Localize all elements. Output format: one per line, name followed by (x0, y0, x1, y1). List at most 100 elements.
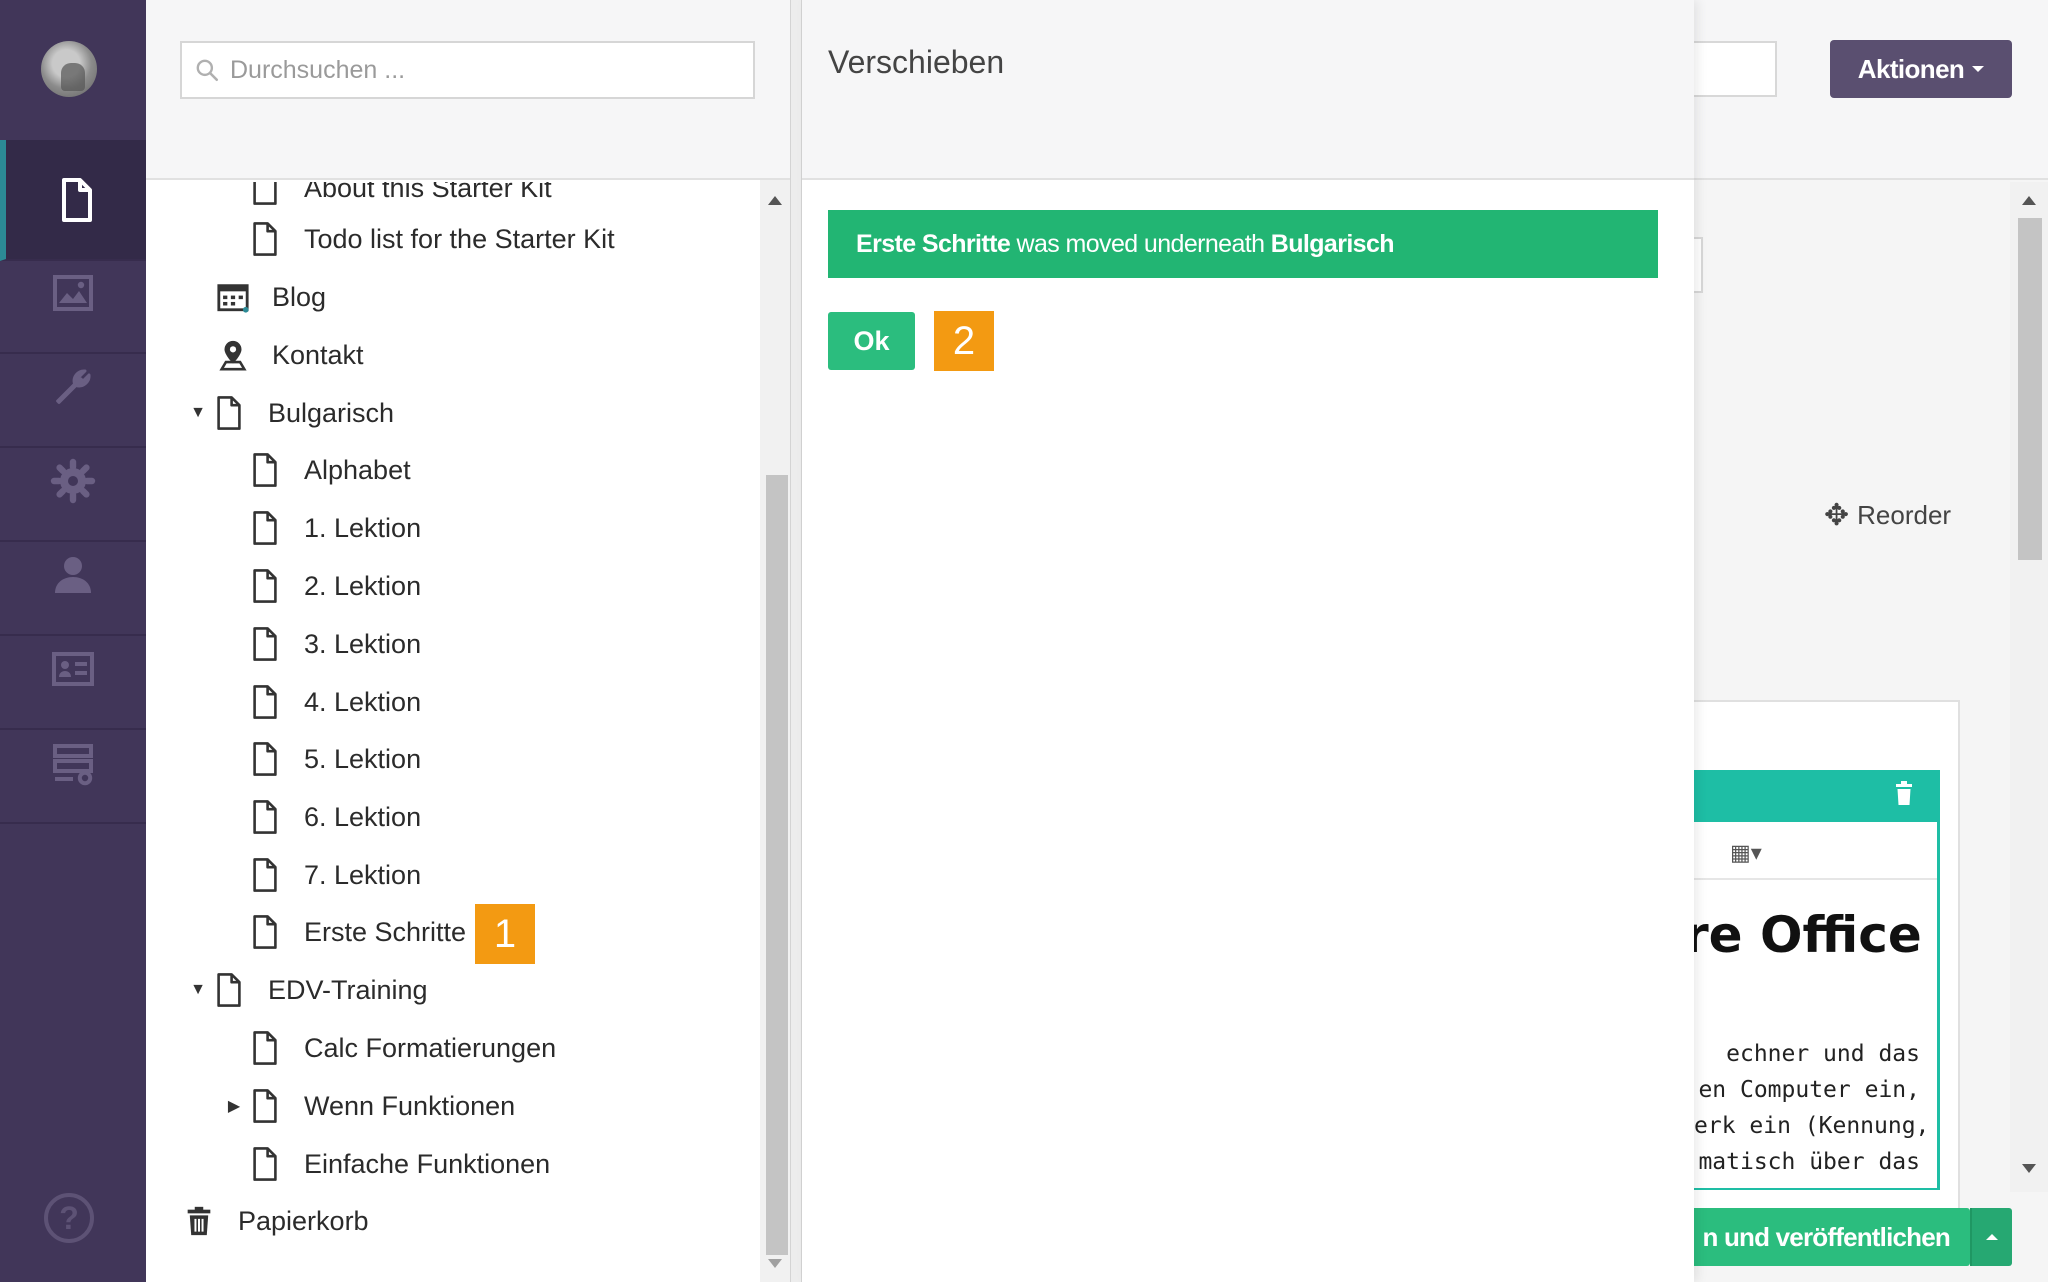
user-avatar[interactable] (41, 41, 97, 97)
tree-item-lektion-3[interactable]: 3. Lektion (252, 616, 421, 672)
tree-item-label: Papierkorb (238, 1205, 369, 1236)
caret-down-icon[interactable]: ▼ (188, 404, 208, 422)
content-tree-panel: About this Starter Kit Todo list for the… (146, 0, 790, 1282)
caret-up-icon (1986, 1234, 1998, 1240)
scroll-up-icon[interactable] (768, 196, 782, 205)
tree-item-lektion-5[interactable]: 5. Lektion (252, 731, 421, 787)
tree-item-blog[interactable]: Blog (216, 269, 326, 325)
tree-item-label: Bulgarisch (268, 397, 395, 428)
tree-item-papierkorb[interactable]: Papierkorb (182, 1193, 369, 1249)
tree-item-einfache-funktionen[interactable]: Einfache Funktionen (252, 1136, 550, 1192)
tree-scrollbar[interactable] (760, 180, 790, 1282)
caret-right-icon[interactable]: ▶ (224, 1096, 244, 1116)
tree-item-alphabet[interactable]: Alphabet (252, 442, 411, 498)
document-icon (253, 858, 277, 892)
tree-item-calc-formatierungen[interactable]: Calc Formatierungen (252, 1020, 556, 1076)
wrench-icon (56, 368, 91, 404)
actions-button[interactable]: Aktionen (1830, 40, 2012, 98)
tree-item-label: 5. Lektion (304, 743, 422, 774)
alias-input[interactable] (1694, 237, 1703, 293)
caret-down-icon (1972, 66, 1985, 72)
step-marker-1: 1 (475, 904, 535, 964)
editor-heading: re Office (1684, 906, 1922, 964)
tree-item-kontakt[interactable]: Kontakt (216, 327, 364, 383)
moved-item-name: Erste Schritte (856, 229, 1011, 258)
move-dialog: Verschieben Erste Schritte was moved und… (802, 0, 1694, 1282)
tree-item-label: Blog (272, 281, 327, 312)
actions-label: Aktionen (1857, 53, 1965, 84)
tree-item-label: Todo list for the Starter Kit (304, 223, 615, 254)
document-icon (253, 453, 277, 487)
document-icon (253, 742, 277, 776)
ok-button[interactable]: Ok (828, 312, 915, 370)
tree-item-lektion-2[interactable]: 2. Lektion (252, 558, 421, 614)
tree-item-lektion-7[interactable]: 7. Lektion (252, 847, 421, 903)
map-pin-icon (219, 340, 247, 371)
document-icon (253, 182, 277, 205)
document-icon (62, 177, 92, 222)
move-icon: ✥ (1824, 499, 1850, 532)
dialog-header: Verschieben (802, 0, 1694, 180)
tree-item-erste-schritte[interactable]: Erste Schritte (252, 904, 466, 960)
tree-item-label: 7. Lektion (304, 859, 422, 890)
save-and-publish-button[interactable]: n und veröffentlichen (1694, 1208, 1970, 1266)
tree-item-label: 2. Lektion (304, 570, 422, 601)
tree-item-lektion-1[interactable]: 1. Lektion (252, 500, 421, 556)
search-icon (196, 59, 219, 82)
document-icon (253, 222, 277, 256)
scrollbar-thumb[interactable] (766, 475, 788, 1255)
table-icon[interactable]: ▦▾ (1730, 840, 1762, 866)
calendar-icon (217, 284, 249, 313)
editor-toolbar: ▦▾ (1694, 822, 1937, 880)
tree-item-label: Wenn Funktionen (304, 1090, 516, 1121)
help-icon[interactable]: ? (44, 1193, 94, 1243)
panel-divider[interactable] (790, 0, 802, 1282)
editor-scrollbar[interactable] (2010, 182, 2048, 1192)
tree-item-label: Einfache Funktionen (304, 1148, 551, 1179)
tree-item-todo-list[interactable]: Todo list for the Starter Kit (252, 211, 615, 267)
document-icon (253, 627, 277, 661)
trash-icon (187, 1206, 211, 1236)
dialog-title: Verschieben (828, 44, 1005, 80)
section-rail: ? (0, 0, 146, 1282)
scroll-down-icon[interactable] (2022, 1164, 2036, 1173)
search-input[interactable] (230, 55, 730, 85)
search-box[interactable] (180, 41, 755, 99)
tree-item-label: 6. Lektion (304, 801, 422, 832)
document-icon (253, 915, 277, 949)
tree-item-label: 3. Lektion (304, 628, 422, 659)
document-icon (253, 1031, 277, 1065)
reorder-button[interactable]: ✥ Reorder (1824, 498, 1951, 533)
document-icon (217, 396, 241, 430)
page-name-input[interactable] (1694, 41, 1777, 97)
rail-forms[interactable] (0, 703, 146, 824)
member-card-icon (52, 651, 94, 686)
caret-down-icon[interactable]: ▼ (188, 981, 208, 999)
publish-options-button[interactable] (1970, 1208, 2012, 1266)
reorder-label: Reorder (1857, 500, 1952, 530)
tree-item-lektion-6[interactable]: 6. Lektion (252, 789, 421, 845)
success-alert: Erste Schritte was moved underneath Bulg… (828, 210, 1658, 278)
forms-icon (53, 743, 93, 785)
editor-line: matisch über das (1698, 1149, 1920, 1175)
tree-item-lektion-4[interactable]: 4. Lektion (252, 674, 421, 730)
scrollbar-thumb[interactable] (2018, 218, 2042, 560)
tree-item-wenn-funktionen[interactable]: ▶ Wenn Funktionen (224, 1078, 515, 1134)
tree-item-label: EDV-Training (268, 974, 428, 1005)
editor-line: erk ein (Kennung, (1694, 1113, 1930, 1139)
user-icon (55, 556, 91, 593)
step-marker-2: 2 (934, 311, 994, 371)
editor-line: echner und das (1726, 1041, 1920, 1067)
tree-item-label: 4. Lektion (304, 686, 422, 717)
image-icon (53, 274, 93, 311)
tree-item-edv-training[interactable]: ▼ EDV-Training (188, 962, 428, 1018)
document-icon (253, 1089, 277, 1123)
scroll-up-icon[interactable] (2022, 196, 2036, 205)
trash-icon[interactable] (1894, 780, 1914, 806)
tree-item-bulgarisch[interactable]: ▼ Bulgarisch (188, 385, 394, 441)
tree-item-label: Erste Schritte (304, 916, 467, 947)
scroll-down-icon[interactable] (768, 1259, 782, 1268)
document-icon (253, 1147, 277, 1181)
rich-text-editor[interactable]: ▦▾ re Office echner und das en Computer … (1684, 822, 1940, 1190)
tree-header (146, 0, 790, 180)
